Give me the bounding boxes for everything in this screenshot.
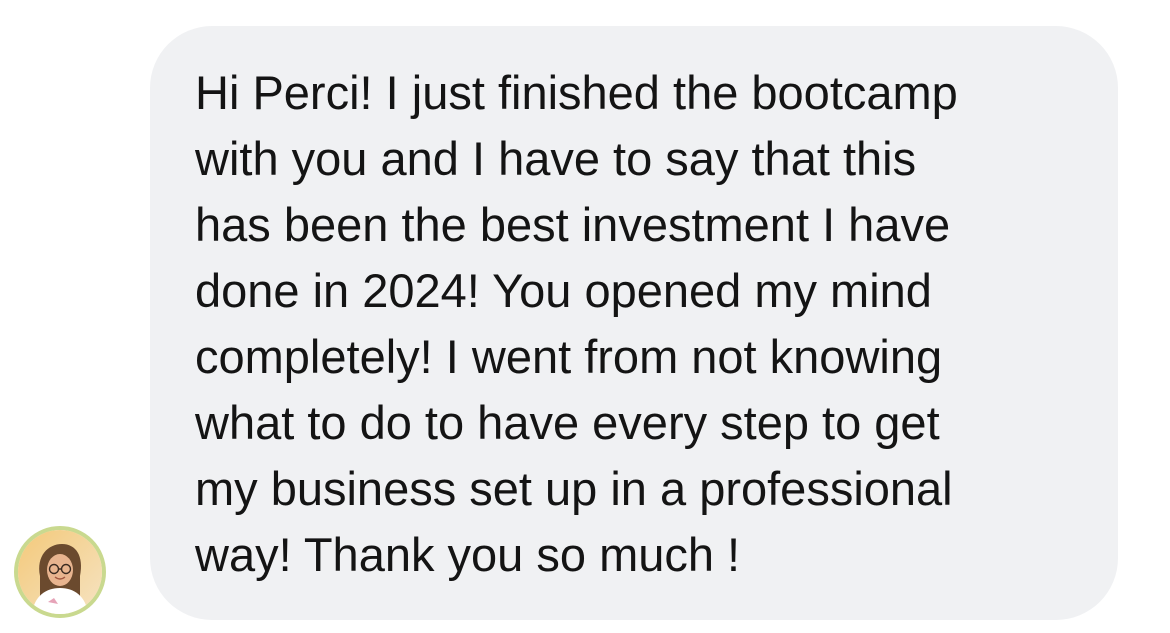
sender-avatar[interactable] — [14, 526, 106, 618]
message-bubble[interactable]: Hi Perci! I just finished the bootcamp w… — [150, 26, 1118, 620]
message-line: way! Thank you so much ! — [195, 528, 741, 581]
message-line: completely! I went from not knowing — [195, 330, 943, 383]
message-line: what to do to have every step to get — [195, 396, 940, 449]
message-line: my business set up in a professional — [195, 462, 953, 515]
avatar-photo-icon — [18, 530, 102, 614]
message-line: has been the best investment I have — [195, 198, 951, 251]
message-text: Hi Perci! I just finished the bootcamp w… — [195, 60, 1078, 588]
message-line: Hi Perci! I just finished the bootcamp — [195, 66, 958, 119]
incoming-message-row: Hi Perci! I just finished the bootcamp w… — [0, 0, 1170, 633]
message-line: with you and I have to say that this — [195, 132, 917, 185]
message-line: done in 2024! You opened my mind — [195, 264, 932, 317]
